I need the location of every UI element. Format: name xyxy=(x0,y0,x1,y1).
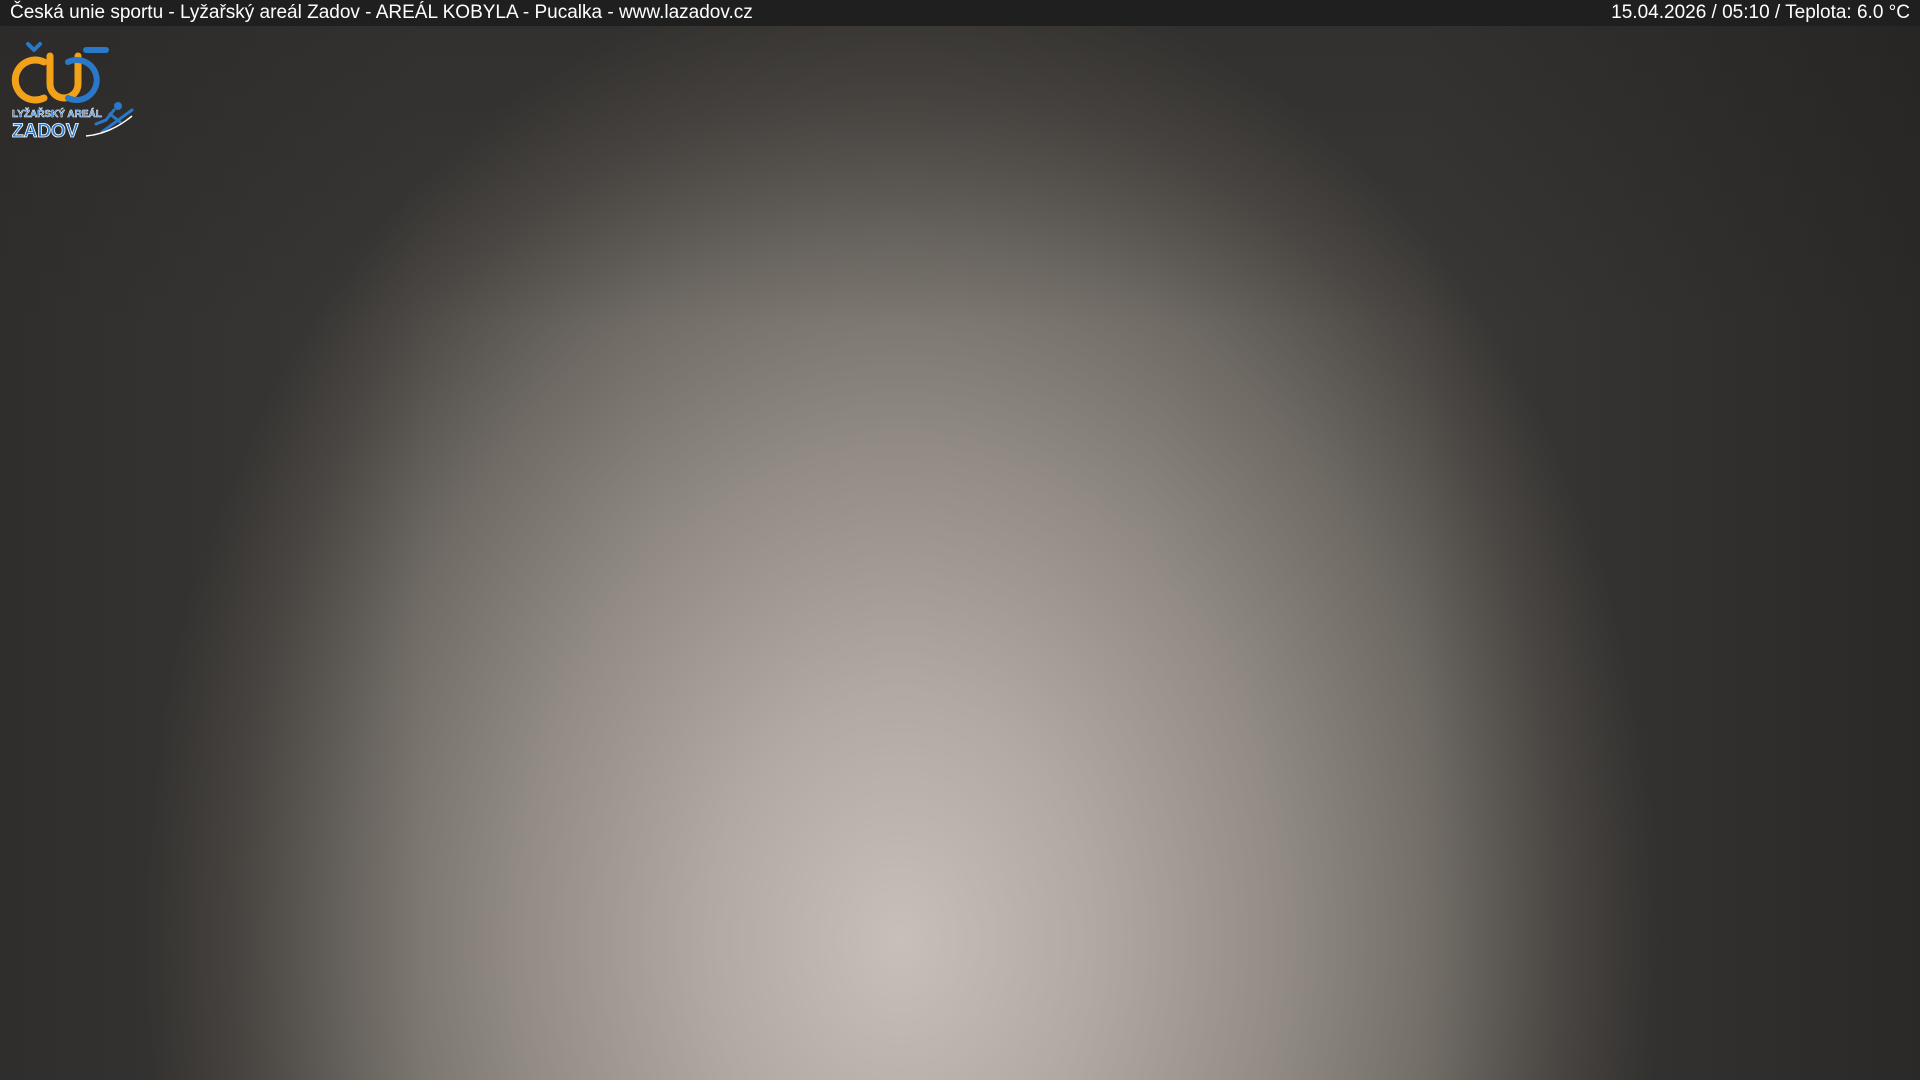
temperature-label: Teplota: xyxy=(1785,2,1852,23)
temperature-value: 6.0 °C xyxy=(1856,2,1910,23)
webcam-frame: Česká unie sportu - Lyžařský areál Zadov… xyxy=(0,0,1920,1080)
info-bar: Česká unie sportu - Lyžařský areál Zadov… xyxy=(0,0,1920,26)
zadov-logo: LYŽAŘSKÝ AREÁL ZADOV xyxy=(11,42,134,142)
cus-mark xyxy=(11,42,109,104)
timestamp-temperature: 15.04.2026 / 05:10 / Teplota: 6.0 °C xyxy=(1611,2,1910,23)
camera-caption: Česká unie sportu - Lyžařský areál Zadov… xyxy=(10,2,753,23)
date-text: 15.04.2026 xyxy=(1611,2,1707,23)
logo-line1: LYŽAŘSKÝ AREÁL xyxy=(12,107,102,120)
time-text: 05:10 xyxy=(1722,2,1770,23)
logo-line2: ZADOV xyxy=(12,121,79,142)
image-vignette xyxy=(0,0,1920,1080)
